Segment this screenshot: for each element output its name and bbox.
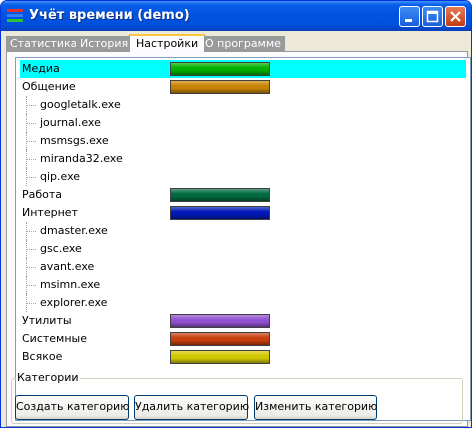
tree-connector — [26, 150, 39, 168]
category-label: Медиа — [22, 62, 60, 75]
process-label: journal.exe — [40, 116, 101, 129]
process-label: miranda32.exe — [40, 152, 123, 165]
tree-connector — [26, 168, 39, 186]
tree-connector — [26, 294, 39, 312]
category-label: Общение — [22, 80, 76, 93]
process-row[interactable]: gsc.exe — [20, 240, 466, 258]
category-row[interactable]: Интернет — [20, 204, 466, 222]
tab-strip: Статистика История Настройки О программе — [6, 34, 468, 52]
category-row[interactable]: Системные — [20, 330, 466, 348]
process-row[interactable]: qip.exe — [20, 168, 466, 186]
tree-connector — [26, 114, 39, 132]
tab-history[interactable]: История — [76, 36, 133, 51]
process-label: dmaster.exe — [40, 224, 108, 237]
process-row[interactable]: msmsgs.exe — [20, 132, 466, 150]
process-row[interactable]: msimn.exe — [20, 276, 466, 294]
tab-statistics[interactable]: Статистика — [6, 36, 82, 51]
category-label: Интернет — [22, 206, 78, 219]
tab-settings[interactable]: Настройки — [129, 34, 206, 52]
categories-legend: Категории — [16, 371, 80, 384]
process-label: qip.exe — [40, 170, 81, 183]
process-label: googletalk.exe — [40, 98, 121, 111]
maximize-button[interactable] — [422, 6, 443, 27]
tree-connector — [26, 276, 39, 294]
category-label: Работа — [22, 188, 63, 201]
category-label: Системные — [22, 332, 87, 345]
tree-connector — [26, 96, 39, 114]
maximize-icon — [426, 10, 439, 23]
edit-category-button[interactable]: Изменить категорию — [254, 395, 377, 420]
process-row[interactable]: explorer.exe — [20, 294, 466, 312]
process-label: msimn.exe — [40, 278, 101, 291]
category-color-swatch[interactable] — [170, 350, 270, 364]
category-color-swatch[interactable] — [170, 80, 270, 94]
process-row[interactable]: dmaster.exe — [20, 222, 466, 240]
window-title: Учёт времени (demo) — [29, 8, 190, 23]
category-row[interactable]: Утилиты — [20, 312, 466, 330]
category-row[interactable]: Всякое — [20, 348, 466, 366]
category-color-swatch[interactable] — [170, 332, 270, 346]
category-label: Утилиты — [22, 314, 72, 327]
tree-connector — [26, 258, 39, 276]
close-icon — [450, 11, 461, 22]
category-row[interactable]: Общение — [20, 78, 466, 96]
app-bars-icon — [7, 9, 23, 23]
title-bar[interactable]: Учёт времени (demo) — [1, 1, 471, 31]
tab-about[interactable]: О программе — [201, 36, 285, 51]
tree-connector — [26, 222, 39, 240]
process-label: msmsgs.exe — [40, 134, 109, 147]
process-row[interactable]: miranda32.exe — [20, 150, 466, 168]
minimize-button[interactable] — [399, 6, 420, 27]
process-label: explorer.exe — [40, 296, 108, 309]
category-row[interactable]: Работа — [20, 186, 466, 204]
create-category-button[interactable]: Создать категорию — [15, 395, 129, 420]
minimize-icon — [405, 19, 412, 22]
app-window: Учёт времени (demo) Статистика История Н… — [0, 0, 472, 428]
category-label: Всякое — [22, 350, 63, 363]
tree-connector — [26, 132, 39, 150]
category-row[interactable]: Медиа — [20, 60, 466, 78]
category-tree[interactable]: Медиа Общение googletalk.exe journal.exe msm… — [15, 57, 471, 421]
process-row[interactable]: avant.exe — [20, 258, 466, 276]
close-button[interactable] — [445, 6, 466, 27]
process-label: avant.exe — [40, 260, 95, 273]
tree-connector — [26, 240, 39, 258]
process-row[interactable]: googletalk.exe — [20, 96, 466, 114]
process-row[interactable]: journal.exe — [20, 114, 466, 132]
delete-category-button[interactable]: Удалить категорию — [134, 395, 249, 420]
process-label: gsc.exe — [40, 242, 82, 255]
category-color-swatch[interactable] — [170, 188, 270, 202]
category-color-swatch[interactable] — [170, 62, 270, 76]
category-color-swatch[interactable] — [170, 206, 270, 220]
category-color-swatch[interactable] — [170, 314, 270, 328]
